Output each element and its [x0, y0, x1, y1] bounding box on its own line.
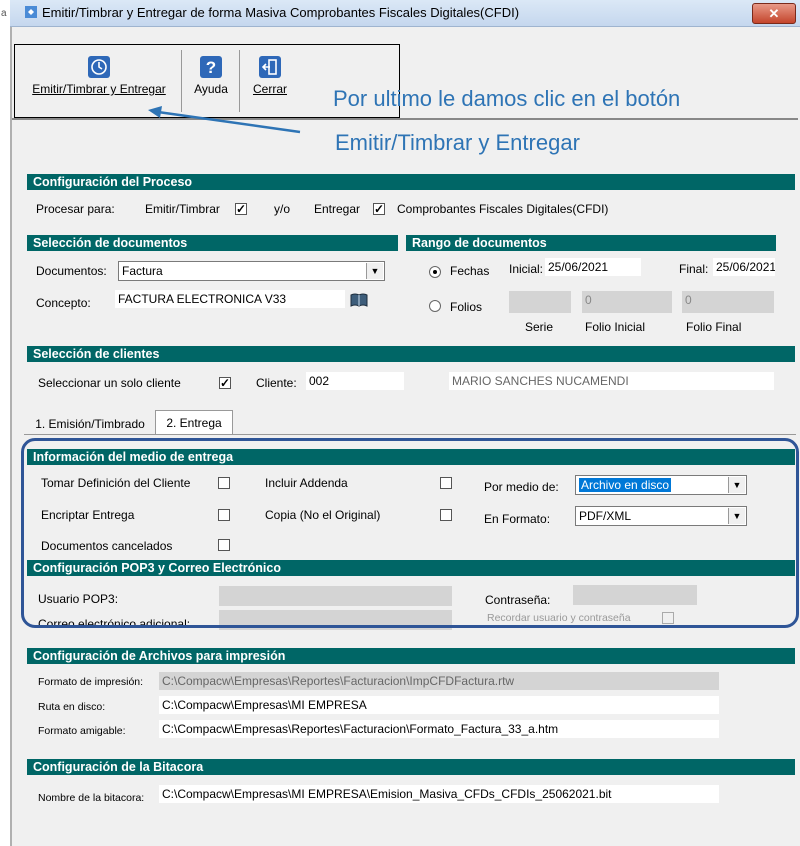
highlight-annotation-box — [21, 438, 799, 628]
close-button-label: Cerrar — [252, 82, 287, 96]
callout-text-line2: Emitir/Timbrar y Entregar — [335, 130, 580, 155]
folio-inicial-field[interactable]: 0 — [582, 291, 672, 313]
emitir-timbrar-checkbox[interactable]: ✓ — [235, 203, 247, 215]
formato-impresion-label: Formato de impresión: — [38, 676, 144, 688]
emit-button-label: Emitir/Timbrar y Entregar — [32, 82, 166, 96]
section-header-rango: Rango de documentos — [406, 235, 776, 251]
folio-final-field[interactable]: 0 — [682, 291, 774, 313]
formato-impresion-field[interactable]: C:\Compacw\Empresas\Reportes\Facturacion… — [159, 672, 719, 690]
bitacora-nombre-label: Nombre de la bitacora: — [38, 792, 145, 804]
solo-cliente-checkbox[interactable]: ✓ — [219, 377, 231, 389]
cfdi-label: Comprobantes Fiscales Digitales(CFDI) — [397, 202, 609, 216]
tab-entrega[interactable]: 2. Entrega — [155, 410, 233, 434]
serie-field[interactable] — [509, 291, 571, 313]
entregar-checkbox[interactable]: ✓ — [373, 203, 385, 215]
formato-amigable-label: Formato amigable: — [38, 725, 126, 737]
clock-icon — [88, 56, 110, 78]
help-button[interactable]: ? Ayuda — [186, 56, 236, 96]
procesar-para-label: Procesar para: — [36, 202, 115, 216]
callout-arrow-icon — [148, 106, 301, 134]
concepto-label: Concepto: — [36, 296, 91, 310]
solo-cliente-label: Seleccionar un solo cliente — [38, 376, 181, 390]
help-button-label: Ayuda — [194, 82, 228, 96]
section-header-proceso: Configuración del Proceso — [27, 174, 795, 190]
concepto-field[interactable]: FACTURA ELECTRONICA V33 — [115, 290, 345, 308]
toolbar-separator — [181, 50, 182, 112]
background-strip: a — [0, 0, 10, 846]
app-icon — [25, 6, 37, 18]
ruta-disco-label: Ruta en disco: — [38, 701, 106, 713]
exit-door-icon — [259, 56, 281, 78]
window-left-border — [10, 26, 12, 846]
cliente-code-field[interactable]: 002 — [306, 372, 404, 390]
ruta-disco-field[interactable]: C:\Compacw\Empresas\MI EMPRESA — [159, 696, 719, 714]
emit-timbrar-entregar-button[interactable]: Emitir/Timbrar y Entregar — [20, 56, 178, 96]
folio-final-label: Folio Final — [686, 320, 742, 334]
section-header-bitacora: Configuración de la Bitacora — [27, 759, 795, 775]
fecha-final-field[interactable]: 25/06/2021 — [713, 258, 775, 276]
side-char: a — [1, 8, 7, 19]
fechas-radio[interactable] — [429, 266, 441, 278]
chevron-down-icon[interactable]: ▼ — [366, 263, 383, 279]
window-title: Emitir/Timbrar y Entregar de forma Masiv… — [42, 5, 520, 20]
folios-label: Folios — [450, 300, 483, 314]
tab-baseline — [24, 434, 796, 435]
documentos-select[interactable]: Factura ▼ — [118, 261, 385, 281]
section-header-archivos: Configuración de Archivos para impresión — [27, 648, 795, 664]
window-close-button[interactable]: ✕ — [752, 3, 796, 24]
y-o-label: y/o — [274, 202, 291, 216]
cliente-name-field: MARIO SANCHES NUCAMENDI — [449, 372, 774, 390]
serie-label: Serie — [525, 320, 554, 334]
entregar-label: Entregar — [314, 202, 361, 216]
tab-emision-timbrado[interactable]: 1. Emisión/Timbrado — [28, 414, 152, 434]
svg-text:?: ? — [206, 58, 216, 77]
formato-amigable-field[interactable]: C:\Compacw\Empresas\Reportes\Facturacion… — [159, 720, 719, 738]
title-bar: Emitir/Timbrar y Entregar de forma Masiv… — [10, 0, 800, 27]
callout-text-line1: Por ultimo le damos clic en el botón — [333, 86, 681, 111]
folios-radio[interactable] — [429, 300, 441, 312]
toolbar-separator — [239, 50, 240, 112]
bitacora-nombre-field[interactable]: C:\Compacw\Empresas\MI EMPRESA\Emision_M… — [159, 785, 719, 803]
close-button[interactable]: Cerrar — [245, 56, 295, 96]
help-icon: ? — [200, 56, 222, 78]
book-lookup-icon[interactable] — [350, 292, 368, 308]
fecha-inicial-field[interactable]: 25/06/2021 — [545, 258, 641, 276]
section-header-documentos: Selección de documentos — [27, 235, 398, 251]
documentos-select-value: Factura — [122, 264, 163, 278]
fechas-label: Fechas — [450, 264, 490, 278]
section-header-clientes: Selección de clientes — [27, 346, 795, 362]
folio-inicial-label: Folio Inicial — [585, 320, 646, 334]
cliente-label: Cliente: — [256, 376, 297, 390]
inicial-label: Inicial: — [509, 262, 544, 276]
final-label: Final: — [679, 262, 709, 276]
emitir-timbrar-label: Emitir/Timbrar — [145, 202, 220, 216]
documentos-label: Documentos: — [36, 264, 107, 278]
